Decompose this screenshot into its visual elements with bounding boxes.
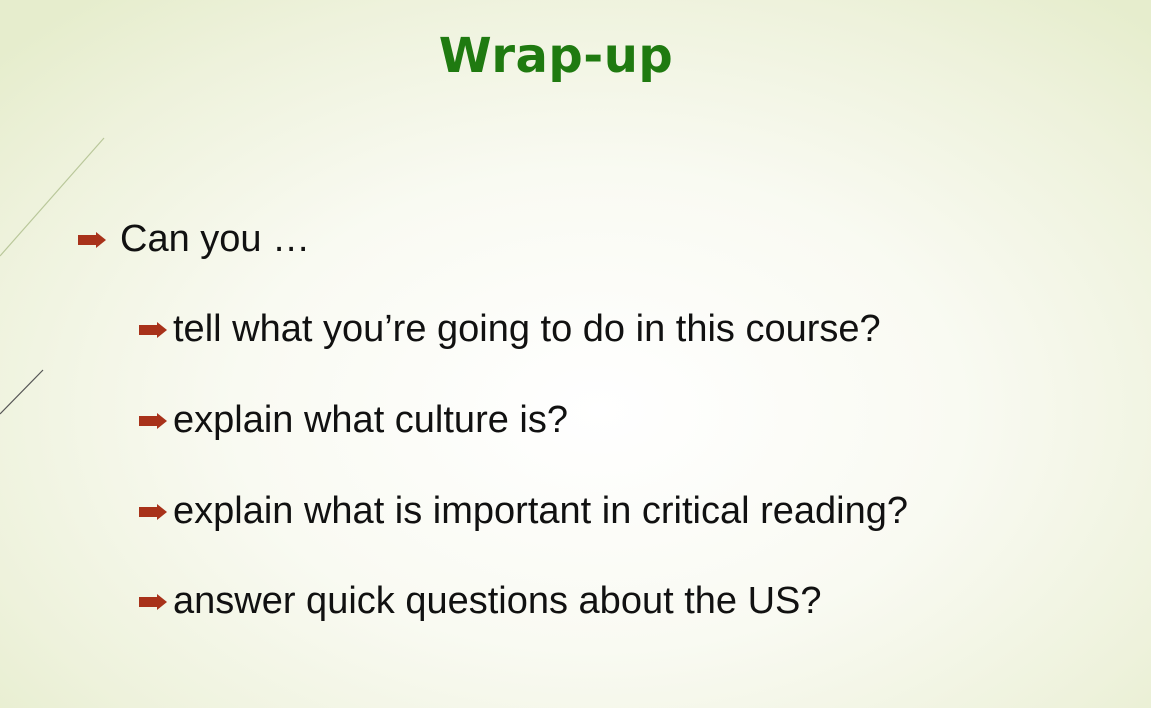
right-arrow-icon: [139, 321, 167, 338]
right-arrow-icon: [139, 503, 167, 520]
intro-bullet: Can you …: [76, 218, 310, 261]
question-text: answer quick questions about the US?: [173, 580, 822, 622]
slide-title: Wrap-up: [438, 28, 674, 84]
right-arrow-icon: [139, 412, 167, 429]
question-text: tell what you’re going to do in this cou…: [173, 308, 881, 350]
question-item-1: tell what you’re going to do in this cou…: [137, 308, 881, 351]
question-item-4: answer quick questions about the US?: [137, 580, 822, 623]
question-text: explain what culture is?: [173, 399, 568, 441]
slide: Wrap-up Can you … tell what you’re going…: [0, 0, 1151, 708]
decorative-line-lower: [0, 369, 44, 415]
question-item-2: explain what culture is?: [137, 399, 568, 442]
question-text: explain what is important in critical re…: [173, 490, 909, 532]
question-item-3: explain what is important in critical re…: [137, 490, 908, 533]
right-arrow-icon: [139, 593, 167, 610]
intro-bullet-text: Can you …: [120, 218, 311, 260]
right-arrow-icon: [78, 231, 106, 248]
